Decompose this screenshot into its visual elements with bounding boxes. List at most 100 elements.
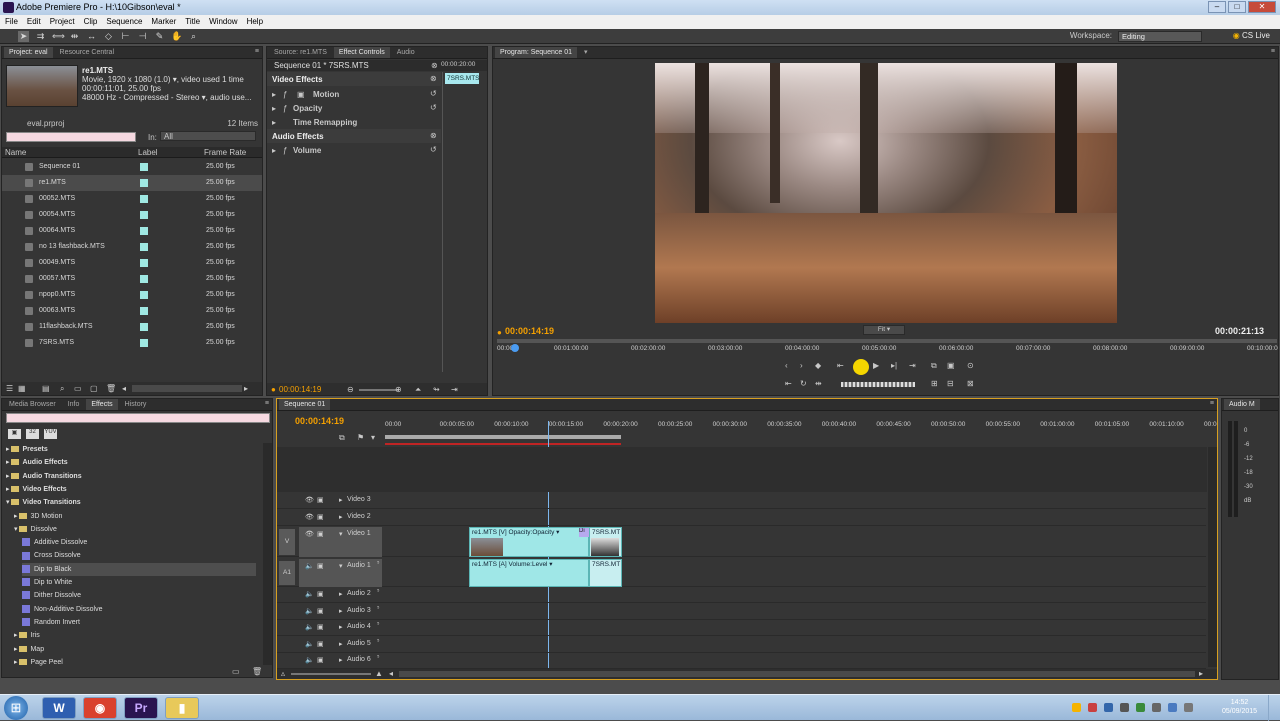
project-item[interactable]: Sequence 01 25.00 fps <box>2 159 262 175</box>
video-clip-7srs[interactable]: 7SRS.MT <box>589 527 622 557</box>
go-to-out-icon[interactable]: ⇥ <box>909 361 916 370</box>
expand-icon[interactable]: ▸ <box>339 656 343 664</box>
fit-select[interactable]: Fit ▾ <box>863 325 905 335</box>
effects-tree-item[interactable]: ▾ Dissolve <box>14 523 256 536</box>
zoom-slider[interactable] <box>359 389 399 391</box>
speaker-icon[interactable]: 🔈 <box>305 656 314 664</box>
track-header[interactable]: 👁 ▣ ▾ Video 1 <box>299 527 382 557</box>
track-select-tool-icon[interactable]: ⇉ <box>35 31 46 42</box>
menu-clip[interactable]: Clip <box>84 15 98 29</box>
track-header[interactable]: 🔈 ▣ ▸ Audio 2 ⁵ <box>299 587 382 603</box>
reset-icon[interactable]: ↺ <box>430 145 437 154</box>
rolling-edit-tool-icon[interactable]: ⇹ <box>69 31 80 42</box>
effects-tree-item[interactable]: ▸ Iris <box>14 629 256 642</box>
cs-live-button[interactable]: ◉ CS Live <box>1233 31 1270 40</box>
tab-resource-central[interactable]: Resource Central <box>55 47 119 58</box>
workspace-select[interactable]: Editing <box>1118 31 1202 42</box>
program-time-ruler[interactable]: 00:00 00:01:00:00 00:02:00:00 00:03:00:00 00… <box>493 345 1278 355</box>
ec-timecode[interactable]: 00:00:14:19 <box>279 385 321 394</box>
reset-icon[interactable]: ↺ <box>430 103 437 112</box>
track-header[interactable]: 🔈 ▣ ▸ Audio 4 ⁵ <box>299 620 382 636</box>
label-swatch[interactable] <box>140 227 148 235</box>
expand-icon[interactable]: ▸ <box>339 496 343 504</box>
track-header[interactable]: 👁 ▣ ▸ Video 3 <box>299 493 382 509</box>
zoom-in-icon[interactable]: ⊕ <box>395 385 402 394</box>
effects-tree-item[interactable]: Cross Dissolve <box>22 549 256 562</box>
lock-icon[interactable]: ▣ <box>317 640 324 648</box>
taskbar-premiere[interactable]: Pr <box>124 697 158 719</box>
track-header[interactable]: 🔈 ▣ ▸ Audio 5 ⁵ <box>299 637 382 653</box>
expand-icon[interactable]: ▸ <box>339 590 343 598</box>
marker-icon[interactable]: ▾ <box>371 433 375 442</box>
accelerated-effects-icon[interactable]: ▣ <box>8 429 21 439</box>
panel-menu-icon[interactable]: ≡ <box>1210 400 1214 407</box>
effect-time-remapping[interactable]: ▸ Time Remapping <box>267 115 441 129</box>
tab-media-browser[interactable]: Media Browser <box>4 399 61 410</box>
loop-audio-icon[interactable]: ↬ <box>433 385 440 394</box>
panel-menu-icon[interactable]: ≡ <box>255 48 259 55</box>
tray-icon[interactable] <box>1072 703 1081 712</box>
program-playhead[interactable] <box>511 344 519 352</box>
timeline-ruler[interactable]: 00:00 00:00:05:00 00:00:10:00 00:00:15:00 00… <box>385 419 1217 435</box>
tab-source[interactable]: Source: re1.MTS <box>269 47 332 58</box>
mark-in-icon[interactable]: ‹ <box>785 361 788 370</box>
toggle-timeline-icon[interactable]: ⊗ <box>431 61 438 70</box>
safe-margins-icon[interactable]: ⇹ <box>815 379 822 388</box>
lift-icon[interactable]: ⧉ <box>931 361 937 371</box>
step-forward-icon[interactable]: ▸| <box>891 361 897 370</box>
tab-audio-meters[interactable]: Audio M <box>1224 399 1260 410</box>
effects-tree-item[interactable]: ▸ Video Effects <box>6 483 256 496</box>
speaker-icon[interactable]: 🔈 <box>305 590 314 598</box>
source-track-target[interactable]: A1 <box>279 561 295 585</box>
taskbar-word[interactable]: W <box>42 697 76 719</box>
horizontal-scrollbar[interactable] <box>132 385 242 392</box>
project-item[interactable]: 00063.MTS 25.00 fps <box>2 303 262 319</box>
multi-camera-icon[interactable]: ⊟ <box>947 379 954 388</box>
speaker-icon[interactable]: 🔈 <box>305 623 314 631</box>
zoom-out-icon[interactable]: ▵ <box>281 669 285 678</box>
menu-project[interactable]: Project <box>50 15 75 29</box>
expand-icon[interactable]: ▾ <box>339 562 343 570</box>
effect-motion[interactable]: ▸ ƒ ▣ Motion ↺ <box>267 87 441 101</box>
effects-tree-item[interactable]: ▸ Map <box>14 643 256 656</box>
lock-icon[interactable]: ▣ <box>317 590 324 598</box>
expand-icon[interactable]: ▸ <box>272 104 276 113</box>
project-item[interactable]: 11flashback.MTS 25.00 fps <box>2 319 262 335</box>
close-button[interactable]: ✕ <box>1248 1 1276 13</box>
lock-icon[interactable]: ▣ <box>317 656 324 664</box>
new-bin-icon[interactable]: ▭ <box>74 384 82 393</box>
video-effects-toggle-icon[interactable]: ⊗ <box>430 74 437 83</box>
list-view-icon[interactable]: ☰ <box>6 384 13 393</box>
tab-history[interactable]: History <box>120 399 152 410</box>
output-icon[interactable]: ⊠ <box>967 379 974 388</box>
speaker-icon[interactable]: 🔈 <box>305 562 314 570</box>
hand-tool-icon[interactable]: ✋ <box>171 31 182 42</box>
work-area-bar[interactable] <box>385 435 621 439</box>
loop-icon[interactable]: ↻ <box>800 379 807 388</box>
selection-tool-icon[interactable]: ➤ <box>18 31 29 42</box>
effects-tree-item[interactable]: Additive Dissolve <box>22 536 256 549</box>
label-swatch[interactable] <box>140 323 148 331</box>
jog-shuttle[interactable] <box>841 382 915 387</box>
lock-icon[interactable]: ▣ <box>317 496 324 504</box>
project-search-input[interactable] <box>6 132 136 142</box>
in-select[interactable]: All <box>160 131 256 141</box>
project-item[interactable]: 7SRS.MTS 25.00 fps <box>2 335 262 351</box>
menu-file[interactable]: File <box>5 15 18 29</box>
show-desktop-button[interactable] <box>1268 695 1278 721</box>
slip-tool-icon[interactable]: ⊢ <box>120 31 131 42</box>
snap-icon[interactable]: ⧉ <box>339 433 345 443</box>
label-swatch[interactable] <box>140 307 148 315</box>
effects-tree-item[interactable]: Random Invert <box>22 616 256 629</box>
label-swatch[interactable] <box>140 339 148 347</box>
tab-sequence[interactable]: Sequence 01 <box>279 399 331 410</box>
scroll-left-icon[interactable]: ◂ <box>122 384 126 393</box>
zoom-in-icon[interactable]: ▲ <box>375 669 383 678</box>
play-audio-icon[interactable]: ⏶ <box>415 385 421 395</box>
effect-volume[interactable]: ▸ ƒ Volume ↺ <box>267 143 441 157</box>
export-frame-icon[interactable]: ⊙ <box>967 361 974 370</box>
scroll-right-icon[interactable]: ▸ <box>244 384 248 393</box>
tray-icon[interactable] <box>1168 703 1177 712</box>
panel-menu-icon[interactable]: ≡ <box>265 400 269 407</box>
rate-stretch-tool-icon[interactable]: ↔ <box>86 31 97 42</box>
